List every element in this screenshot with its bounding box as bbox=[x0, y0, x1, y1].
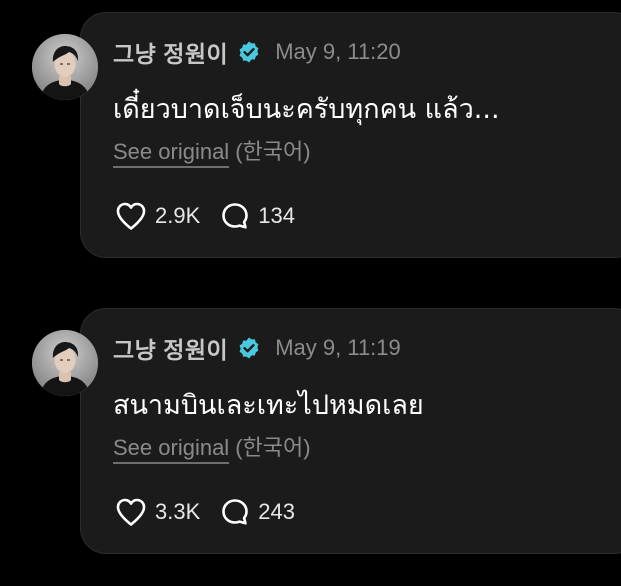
post-card[interactable]: 그냥 정원이 May 9, 11:19 สนามบินเละเทะไปหมดเล… bbox=[80, 308, 621, 554]
profile-photo-icon bbox=[32, 34, 98, 100]
like-count: 2.9K bbox=[155, 203, 201, 228]
speech-bubble-icon bbox=[222, 499, 249, 525]
post-card[interactable]: 그냥 정원이 May 9, 11:20 เดี๋ยวบาดเจ็บนะครับท… bbox=[80, 12, 621, 258]
speech-bubble-icon bbox=[222, 203, 249, 229]
see-original-link[interactable]: See original bbox=[113, 139, 229, 164]
post-text: สนามบินเละเทะไปหมดเลย bbox=[113, 390, 424, 421]
original-language: (한국어) bbox=[235, 139, 311, 164]
translation-info: See original (한국어) bbox=[113, 430, 311, 462]
comment-count: 243 bbox=[258, 499, 295, 524]
comment-count: 134 bbox=[258, 203, 295, 228]
post-timestamp[interactable]: May 9, 11:20 bbox=[275, 39, 401, 65]
verified-badge-icon bbox=[237, 336, 261, 360]
post-timestamp[interactable]: May 9, 11:19 bbox=[275, 335, 401, 361]
post-header: 그냥 정원이 May 9, 11:20 bbox=[113, 35, 401, 69]
like-button[interactable]: 2.9K bbox=[115, 201, 200, 231]
author-name[interactable]: 그냥 정원이 bbox=[113, 35, 228, 69]
like-count: 3.3K bbox=[155, 499, 201, 524]
post-text: เดี๋ยวบาดเจ็บนะครับทุกคน แล้ว... bbox=[113, 94, 500, 125]
see-original-link[interactable]: See original bbox=[113, 435, 229, 460]
original-language: (한국어) bbox=[235, 435, 311, 460]
avatar[interactable] bbox=[32, 34, 98, 100]
author-name[interactable]: 그냥 정원이 bbox=[113, 331, 228, 365]
heart-icon bbox=[116, 498, 146, 526]
translation-info: See original (한국어) bbox=[113, 134, 311, 166]
like-button[interactable]: 3.3K bbox=[115, 497, 200, 527]
post-actions: 3.3K 243 bbox=[115, 497, 315, 527]
heart-icon bbox=[116, 202, 146, 230]
avatar[interactable] bbox=[32, 330, 98, 396]
comment-button[interactable]: 243 bbox=[220, 497, 295, 527]
comment-button[interactable]: 134 bbox=[220, 201, 295, 231]
verified-badge-icon bbox=[237, 40, 261, 64]
post-actions: 2.9K 134 bbox=[115, 201, 315, 231]
profile-photo-icon bbox=[32, 330, 98, 396]
post-header: 그냥 정원이 May 9, 11:19 bbox=[113, 331, 401, 365]
